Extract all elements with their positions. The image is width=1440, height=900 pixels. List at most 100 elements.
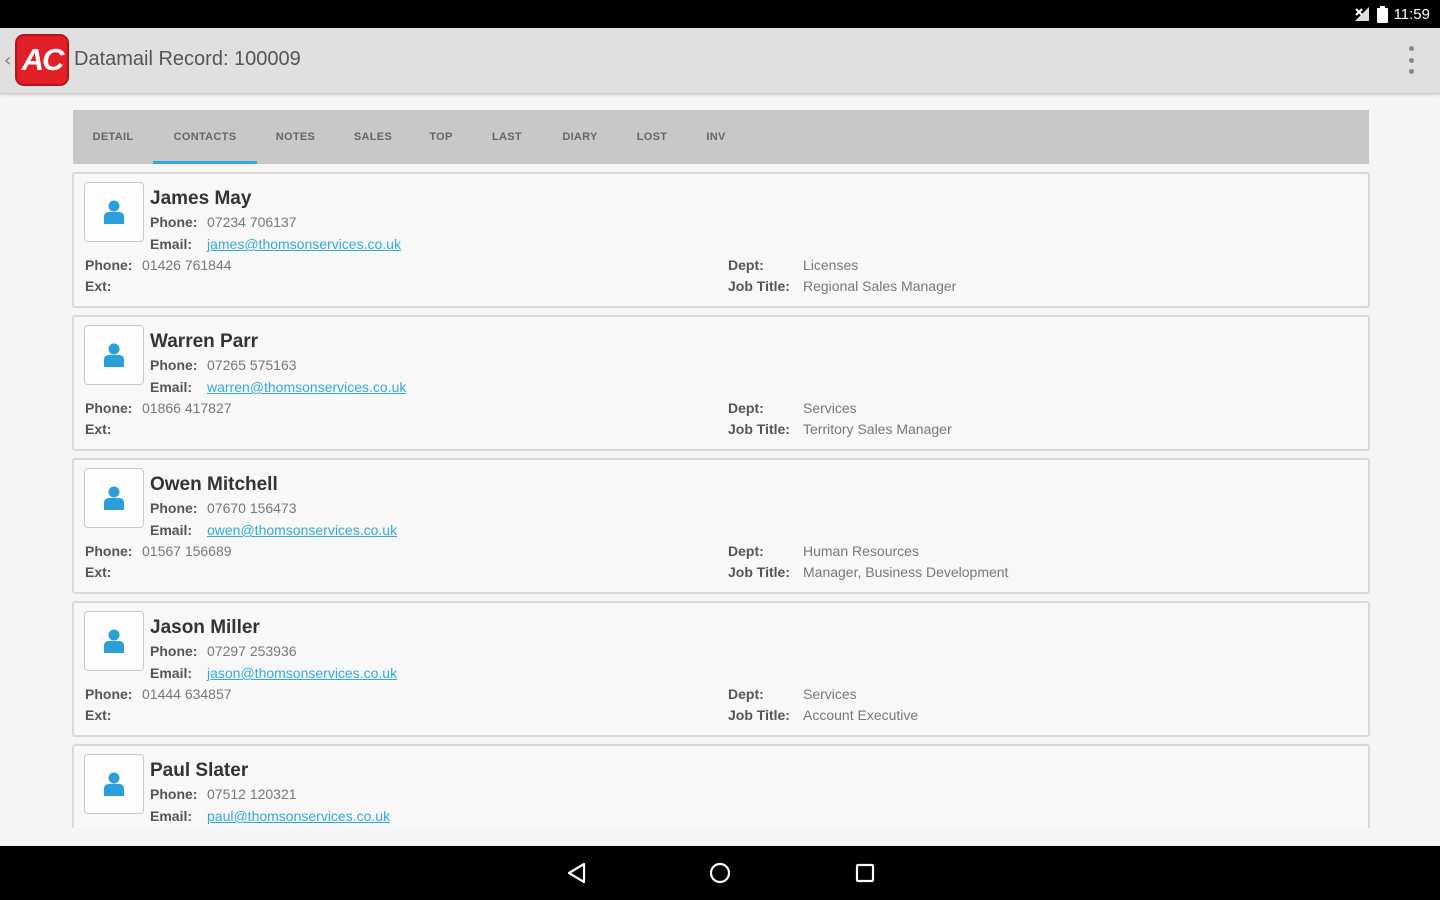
mobile-phone-value[interactable]: 07297 253936 — [207, 643, 297, 659]
email-row: Email: paul@thomsonservices.co.uk — [150, 808, 390, 824]
contact-card[interactable]: James May Phone: 07234 706137 Email: james… — [72, 172, 1370, 308]
phone-label: Phone: — [150, 643, 198, 659]
mobile-phone-value[interactable]: 07234 706137 — [207, 214, 297, 230]
mobile-phone-row: Phone: 07670 156473 — [150, 500, 297, 516]
email-row: Email: warren@thomsonservices.co.uk — [150, 379, 406, 395]
email-label: Email: — [150, 522, 193, 538]
mobile-phone-row: Phone: 07512 120321 — [150, 786, 297, 802]
email-label: Email: — [150, 379, 193, 395]
phone-row: Phone: 01426 761844 — [85, 257, 232, 273]
status-bar: 11:59 — [0, 0, 1440, 28]
contact-card[interactable]: Warren Parr Phone: 07265 575163 Email: war… — [72, 315, 1370, 451]
phone-value[interactable]: 01567 156689 — [142, 543, 232, 559]
contact-name: Paul Slater — [150, 760, 249, 781]
action-bar: ‹ AC Datamail Record: 100009 — [0, 28, 1440, 94]
phone-label: Phone: — [85, 543, 133, 559]
contact-name: James May — [150, 188, 252, 209]
phone-value[interactable]: 01444 634857 — [142, 686, 232, 702]
email-link[interactable]: jason@thomsonservices.co.uk — [207, 665, 397, 681]
back-chevron-icon[interactable]: ‹ — [4, 50, 11, 71]
dept-value: Licenses — [803, 257, 859, 273]
job-title-row: Job Title: Manager, Business Development — [728, 564, 1008, 580]
mobile-phone-row: Phone: 07265 575163 — [150, 357, 297, 373]
page-title: Datamail Record: 100009 — [74, 48, 301, 70]
ext-label: Ext: — [85, 707, 112, 723]
status-icons: 11:59 — [1353, 4, 1430, 24]
mobile-phone-row: Phone: 07297 253936 — [150, 643, 297, 659]
contact-card[interactable]: Owen Mitchell Phone: 07670 156473 Email: o… — [72, 458, 1370, 594]
email-link[interactable]: warren@thomsonservices.co.uk — [207, 379, 406, 395]
phone-label: Phone: — [85, 686, 133, 702]
dept-label: Dept: — [728, 543, 764, 559]
system-nav-bar — [0, 846, 1440, 900]
app-logo[interactable]: AC — [15, 34, 69, 86]
contact-list[interactable]: James May Phone: 07234 706137 Email: james… — [72, 172, 1370, 828]
overflow-menu-icon[interactable] — [1406, 46, 1416, 74]
job-title-value: Manager, Business Development — [803, 564, 1009, 580]
dept-value: Human Resources — [803, 543, 919, 559]
tab-inv[interactable]: INV — [688, 110, 744, 164]
email-label: Email: — [150, 236, 193, 252]
tab-lost[interactable]: LOST — [616, 110, 688, 164]
person-icon — [84, 325, 144, 385]
phone-value[interactable]: 01426 761844 — [142, 257, 232, 273]
contact-name: Jason Miller — [150, 617, 260, 638]
dept-row: Dept: Services — [728, 686, 857, 702]
phone-value[interactable]: 01866 417827 — [142, 400, 232, 416]
phone-label: Phone: — [150, 786, 198, 802]
mobile-phone-value[interactable]: 07265 575163 — [207, 357, 297, 373]
tab-bar: DETAIL CONTACTS NOTES SALES TOP LAST DIA… — [73, 110, 1369, 164]
ext-label: Ext: — [85, 278, 112, 294]
recents-square-icon[interactable] — [853, 861, 877, 885]
ext-row: Ext: — [85, 564, 111, 580]
tab-top[interactable]: TOP — [412, 110, 470, 164]
home-circle-icon[interactable] — [708, 861, 732, 885]
job-title-label: Job Title: — [728, 564, 790, 580]
job-title-row: Job Title: Territory Sales Manager — [728, 421, 952, 437]
tab-diary[interactable]: DIARY — [544, 110, 616, 164]
back-triangle-icon[interactable] — [565, 861, 589, 885]
tab-notes[interactable]: NOTES — [257, 110, 334, 164]
email-link[interactable]: owen@thomsonservices.co.uk — [207, 522, 397, 538]
dept-label: Dept: — [728, 686, 764, 702]
contact-card[interactable]: Paul Slater Phone: 07512 120321 Email: pau… — [72, 744, 1370, 828]
person-icon — [84, 468, 144, 528]
job-title-row: Job Title: Account Executive — [728, 707, 918, 723]
dept-label: Dept: — [728, 400, 764, 416]
ext-label: Ext: — [85, 564, 112, 580]
ext-row: Ext: — [85, 421, 111, 437]
person-icon — [84, 754, 144, 814]
phone-label: Phone: — [150, 357, 198, 373]
phone-row: Phone: 01567 156689 — [85, 543, 232, 559]
dept-value: Services — [803, 686, 857, 702]
ext-row: Ext: — [85, 278, 111, 294]
mobile-phone-value[interactable]: 07512 120321 — [207, 786, 297, 802]
email-row: Email: james@thomsonservices.co.uk — [150, 236, 401, 252]
email-link[interactable]: paul@thomsonservices.co.uk — [207, 808, 390, 824]
phone-label: Phone: — [85, 257, 133, 273]
person-icon — [84, 611, 144, 671]
tab-last[interactable]: LAST — [470, 110, 544, 164]
ext-label: Ext: — [85, 421, 112, 437]
tab-sales[interactable]: SALES — [334, 110, 412, 164]
phone-row: Phone: 01866 417827 — [85, 400, 232, 416]
dept-row: Dept: Services — [728, 400, 857, 416]
status-time: 11:59 — [1393, 5, 1430, 23]
dept-label: Dept: — [728, 257, 764, 273]
mobile-phone-row: Phone: 07234 706137 — [150, 214, 297, 230]
person-icon — [84, 182, 144, 242]
ext-row: Ext: — [85, 707, 111, 723]
email-row: Email: owen@thomsonservices.co.uk — [150, 522, 397, 538]
job-title-row: Job Title: Regional Sales Manager — [728, 278, 956, 294]
dept-row: Dept: Licenses — [728, 257, 858, 273]
email-link[interactable]: james@thomsonservices.co.uk — [207, 236, 401, 252]
battery-icon — [1376, 5, 1388, 23]
tab-contacts[interactable]: CONTACTS — [153, 110, 257, 164]
email-row: Email: jason@thomsonservices.co.uk — [150, 665, 397, 681]
mobile-phone-value[interactable]: 07670 156473 — [207, 500, 297, 516]
email-label: Email: — [150, 665, 193, 681]
contact-name: Owen Mitchell — [150, 474, 278, 495]
phone-row: Phone: 01444 634857 — [85, 686, 232, 702]
tab-detail[interactable]: DETAIL — [73, 110, 153, 164]
contact-card[interactable]: Jason Miller Phone: 07297 253936 Email: ja… — [72, 601, 1370, 737]
